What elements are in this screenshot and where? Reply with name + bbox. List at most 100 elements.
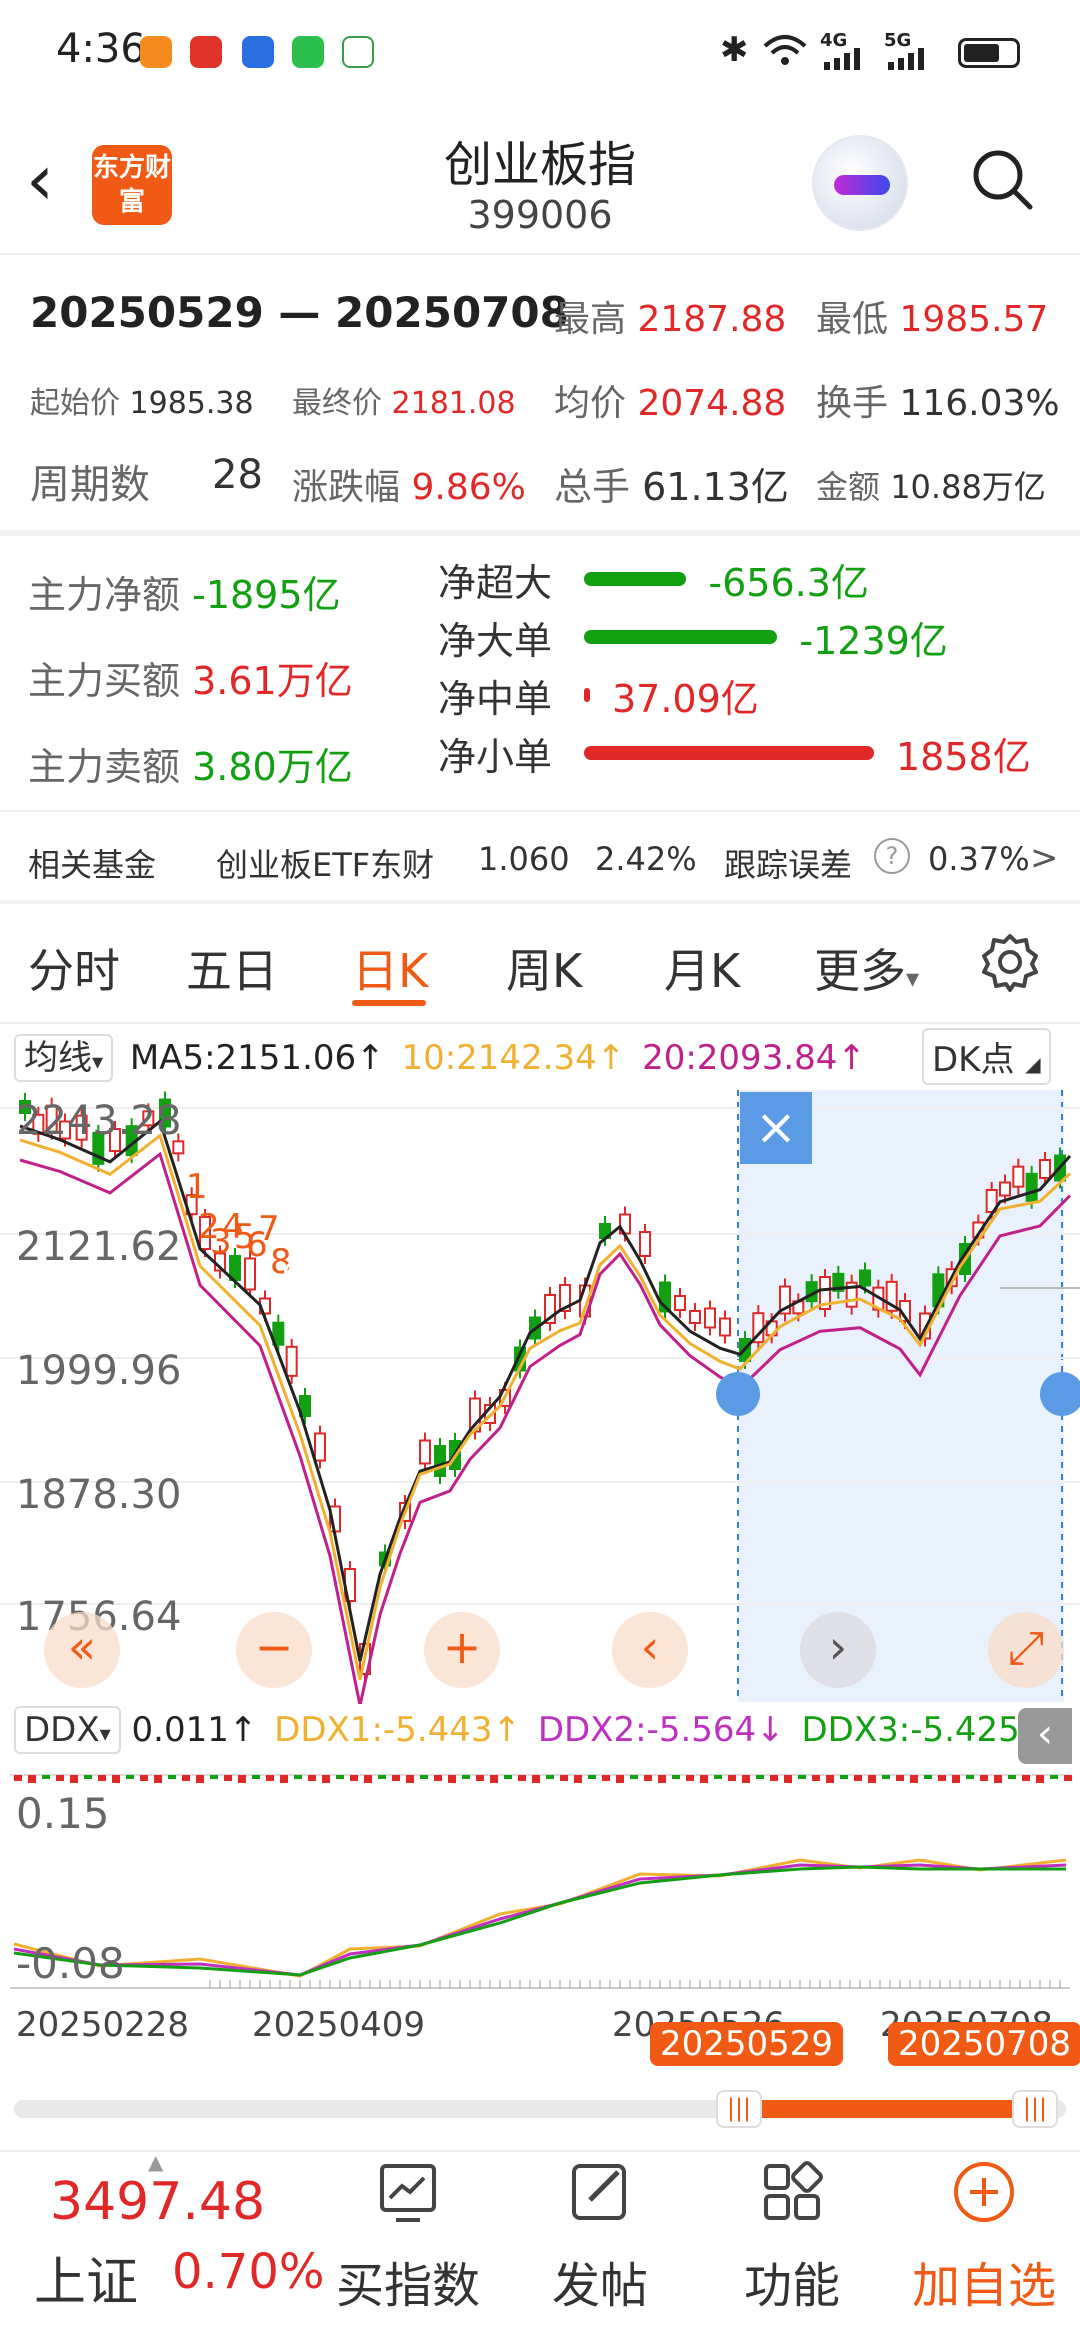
tab-more[interactable]: 更多▾ (814, 935, 919, 1001)
related-fund-row[interactable]: 相关基金 创业板ETF东财 1.060 2.42% 跟踪误差 ? 0.37% > (0, 810, 1080, 900)
ddx-bar (462, 1775, 470, 1779)
volume-value: 61.13亿 (642, 465, 789, 509)
gear-icon[interactable] (980, 932, 1040, 992)
sh-index-value[interactable]: 3497.48 (50, 2172, 265, 2232)
zoom-in-button[interactable]: + (424, 1612, 500, 1688)
date-label: 20250228 (16, 2005, 190, 2045)
buy-index-button[interactable]: 买指数 (328, 2160, 488, 2316)
scroll-far-left-button[interactable]: « (44, 1612, 120, 1688)
tab-daily-k[interactable]: 日K (352, 935, 428, 1001)
range-stats-panel: 20250529 — 20250708 最高 2187.88 最低 1985.5… (30, 288, 1060, 509)
kline-chart[interactable]: 123456789 2243.282121.621999.961878.3017… (0, 1088, 1080, 1704)
range-handle-left[interactable] (716, 1372, 760, 1416)
td-sequence-mark: 1 (186, 1167, 208, 1207)
range-slider-handle-right[interactable]: ||| (1012, 2090, 1058, 2128)
flow-bar-label: 净小单 (438, 735, 553, 779)
zoom-out-button[interactable]: − (236, 1612, 312, 1688)
tracking-error-label: 跟踪误差 (724, 846, 853, 884)
price-axis-label: 1878.30 (16, 1472, 181, 1518)
ma10-value: 10:2142.34↑ (401, 1038, 626, 1078)
ddx-bar (322, 1775, 330, 1783)
fullscreen-button[interactable]: ⤢ (988, 1612, 1064, 1688)
flow-bar (584, 688, 590, 702)
ddx2-value: DDX2:-5.564↓ (537, 1710, 785, 1750)
ddx-bar (770, 1775, 778, 1781)
flow-bar-value: -1239亿 (799, 619, 948, 663)
avg-value: 2074.88 (637, 383, 787, 424)
ddx-axis-label: -0.08 (16, 1939, 125, 1988)
ddx-bar (742, 1775, 750, 1783)
app-notification-icon (242, 36, 274, 68)
flow-bar (584, 572, 687, 586)
tab-five-day[interactable]: 五日 (186, 935, 278, 1001)
edit-icon (572, 2164, 626, 2220)
add-watchlist-button[interactable]: 加自选 (904, 2160, 1064, 2316)
index-code: 399006 (467, 193, 613, 237)
ddx-bar (574, 1775, 582, 1783)
ddx-bar (336, 1775, 344, 1779)
page-title: 创业板指 (443, 137, 636, 193)
ddx-bar (924, 1775, 932, 1779)
scroll-right-button[interactable]: › (800, 1612, 876, 1688)
ddx-bar (266, 1775, 274, 1781)
price-axis-label: 2121.62 (16, 1224, 181, 1270)
flow-bar-label: 净超大 (438, 561, 553, 605)
ddx-value: 0.011↑ (131, 1710, 258, 1750)
ma-selector[interactable]: 均线▾ (14, 1034, 114, 1082)
add-circle-icon (954, 2162, 1014, 2222)
ddx-bar (252, 1775, 260, 1779)
range-dates: 20250529 — 20250708 (30, 288, 569, 337)
price-axis-label: 1999.96 (16, 1348, 181, 1394)
app-notification-icon (140, 36, 172, 68)
high-value: 2187.88 (637, 299, 787, 340)
search-icon[interactable] (970, 147, 1034, 211)
indicator-selector[interactable]: DDX▾ (14, 1706, 121, 1754)
help-icon[interactable]: ? (874, 838, 910, 874)
ddx-axis-label: 0.15 (16, 1789, 110, 1838)
sh-index-name: 上证 (34, 2253, 139, 2313)
ddx-bar (602, 1775, 610, 1781)
chart-icon (380, 2164, 436, 2222)
ddx-bar (490, 1775, 498, 1783)
functions-button[interactable]: 功能 (712, 2160, 872, 2316)
scroll-left-button[interactable]: ‹ (612, 1612, 688, 1688)
ddx-bar (168, 1775, 176, 1779)
ddx-bar (854, 1775, 862, 1781)
ddx3-value: DDX3:-5.425↓ (801, 1710, 1049, 1750)
post-button[interactable]: 发帖 (520, 2160, 680, 2316)
ddx-bar (448, 1775, 456, 1783)
ddx-bar (560, 1775, 568, 1781)
tab-monthly-k[interactable]: 月K (664, 935, 740, 1001)
main-buy-value: 3.61万亿 (192, 659, 353, 703)
ddx-bar (784, 1775, 792, 1783)
candle-body (674, 1295, 686, 1311)
ma-legend: 均线▾ MA5:2151.06↑ 10:2142.34↑ 20:2093.84↑ (14, 1030, 866, 1082)
flow-bar-value: 1858亿 (896, 735, 1031, 779)
date-label: 20250409 (252, 2005, 426, 2045)
fund-change: 2.42% (595, 840, 697, 878)
candle-body (314, 1432, 326, 1462)
candle-body (1039, 1159, 1051, 1179)
ddx-bar (1036, 1775, 1044, 1783)
collapse-panel-button[interactable]: ‹ (1018, 1708, 1072, 1764)
ai-assistant-icon[interactable] (812, 135, 908, 231)
ddx-bar (630, 1775, 638, 1779)
range-slider-handle-left[interactable]: ||| (716, 2090, 762, 2128)
candle-body (1025, 1172, 1038, 1202)
battery-icon (958, 38, 1020, 68)
nav-bar: ‹ 东方财富 创业板指 399006 (0, 105, 1080, 255)
ddx-bar (644, 1775, 652, 1781)
ddx-bar (378, 1775, 386, 1779)
td-sequence-mark: 9 (282, 1257, 304, 1297)
tab-weekly-k[interactable]: 周K (506, 935, 582, 1001)
ddx-bar (112, 1775, 120, 1783)
money-flow-panel: 主力净额 -1895亿 主力买额 3.61万亿 主力卖额 3.80万亿 净超大 -… (0, 540, 1080, 810)
dk-point-button[interactable]: DK点 ◢ (922, 1028, 1051, 1085)
bluetooth-icon: ✱ (720, 30, 749, 70)
ddx-bar (42, 1775, 50, 1779)
tab-intraday[interactable]: 分时 (28, 935, 120, 1001)
ddx-bar (476, 1775, 484, 1781)
chevron-down-icon: ▾ (906, 964, 920, 994)
chevron-right-icon[interactable]: > (1030, 838, 1059, 878)
ddx-bar (98, 1775, 106, 1781)
